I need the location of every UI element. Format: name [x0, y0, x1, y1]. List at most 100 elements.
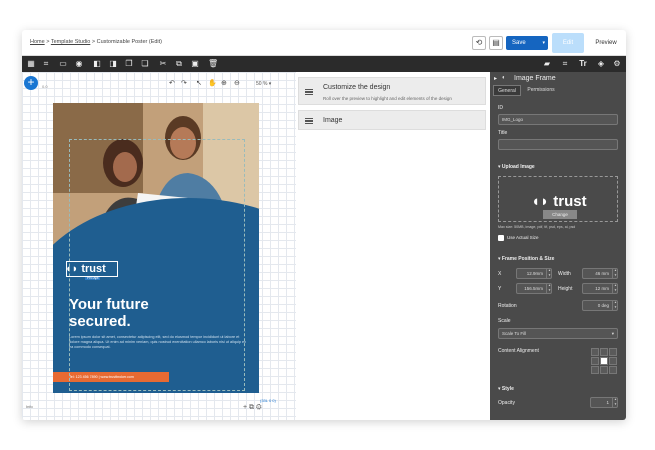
bring-forward-icon[interactable]: ◧ [92, 59, 102, 69]
send-backward-icon[interactable]: ◨ [108, 59, 118, 69]
copy-icon[interactable]: ⧉ [174, 59, 184, 69]
tab-general[interactable]: General [493, 85, 521, 96]
opacity-label: Opacity [498, 400, 515, 406]
layers-panel: Customize the design Roll over the previ… [296, 72, 490, 420]
typography-icon[interactable]: Tr [578, 59, 588, 69]
redo-icon[interactable]: ↷ [181, 79, 187, 87]
align-cell[interactable] [600, 348, 608, 356]
opacity-stepper[interactable]: ▲ ▼ [612, 397, 618, 408]
canvas-info-label: Info [26, 404, 33, 409]
chevron-down-icon[interactable]: ▾ [542, 36, 545, 50]
preview-button[interactable]: Preview [588, 33, 624, 53]
zoom-in-icon[interactable]: ⊕ [221, 79, 227, 87]
x-stepper[interactable]: ▲ ▼ [546, 268, 552, 279]
id-field[interactable]: IMG_Logo [498, 114, 618, 125]
bring-front-icon[interactable]: ❐ [124, 59, 134, 69]
panel-title: Image Frame [514, 75, 556, 82]
logo-selection-box[interactable] [66, 261, 118, 277]
x-label: X [498, 271, 502, 277]
title-label: Title [498, 130, 508, 136]
camera-icon[interactable]: ◉ [74, 59, 84, 69]
drag-handle-icon[interactable] [305, 89, 313, 95]
align-cell[interactable] [609, 366, 617, 374]
align-cell[interactable] [600, 366, 608, 374]
comments-icon[interactable]: ▰ [542, 59, 552, 69]
panel-toggle-icon[interactable]: ▸ [494, 75, 497, 82]
alignment-grid[interactable] [591, 348, 618, 375]
save-label: Save [512, 40, 526, 46]
top-bar: Home > Template Studio > Customizable Po… [22, 30, 626, 56]
undo-icon[interactable]: ↶ [169, 79, 175, 87]
breadcrumb-separator: > [46, 39, 50, 45]
breadcrumb-current: Customizable Poster (Edit) [96, 39, 163, 45]
align-cell[interactable] [609, 357, 617, 365]
change-button[interactable]: Change [543, 210, 577, 219]
align-cell[interactable] [591, 348, 599, 356]
ruler-marker: 0.0 [42, 84, 48, 89]
text-frame-icon[interactable]: ⌗ [41, 59, 51, 69]
design-canvas[interactable]: + ↶ ↷ ↖ ✋ ⊕ ⊖ 50 % ▾ 0.0 ◖◗ trust Pro Ap… [22, 72, 296, 420]
pointer-icon[interactable]: ↖ [196, 79, 202, 87]
image-frame-icon: ◐ [502, 75, 506, 81]
drag-handle-icon[interactable] [305, 118, 313, 124]
align-cell[interactable] [591, 357, 599, 365]
zoom-level[interactable]: 50 % ▾ [256, 81, 271, 87]
breadcrumb-home[interactable]: Home [30, 39, 45, 45]
tab-permissions[interactable]: Permissions [522, 85, 560, 96]
upload-dropzone[interactable]: ◖◗ trust Change [498, 176, 618, 222]
layer-subtitle: Roll over the preview to highlight and e… [323, 96, 452, 101]
undo-history-icon[interactable]: ⟲ [472, 36, 486, 50]
actual-size-label: Use Actual Size [507, 235, 539, 240]
title-field[interactable] [498, 139, 618, 150]
panel-icon-bar: ▰ ⌗ Tr ◈ ⚙ [490, 56, 626, 72]
rotation-stepper[interactable]: ▲ ▼ [612, 300, 618, 311]
frame-icon[interactable]: ⌗ [560, 59, 570, 69]
align-cell-selected[interactable] [600, 357, 608, 365]
canvas-coordinates: (33L 0 0) [260, 398, 276, 403]
zoom-out-icon[interactable]: ⊖ [234, 79, 240, 87]
page-settings-icon[interactable]: ⚙ [256, 404, 262, 411]
scale-value: Scale To Fill [502, 331, 527, 336]
breadcrumb-studio[interactable]: Template Studio [51, 39, 90, 45]
paste-icon[interactable]: ▣ [190, 59, 200, 69]
scale-label: Scale [498, 318, 511, 324]
breadcrumb-separator: > [91, 39, 96, 45]
save-button[interactable]: Save ▾ [506, 36, 548, 50]
scale-select[interactable]: Scale To Fill ▾ [498, 328, 618, 339]
layer-image[interactable]: Image [298, 110, 486, 130]
id-label: ID [498, 105, 503, 111]
layers-icon[interactable]: ◈ [596, 59, 606, 69]
breadcrumb: Home > Template Studio > Customizable Po… [30, 39, 162, 45]
layer-title: Image [323, 117, 343, 124]
width-stepper[interactable]: ▲ ▼ [612, 268, 618, 279]
height-stepper[interactable]: ▲ ▼ [612, 283, 618, 294]
align-cell[interactable] [609, 348, 617, 356]
page-add-icon[interactable]: + [243, 404, 247, 411]
position-section-header[interactable]: Frame Position & Size [498, 256, 555, 262]
layer-customize-design[interactable]: Customize the design Roll over the previ… [298, 77, 486, 105]
rotation-label: Rotation [498, 303, 517, 309]
image-frame-icon[interactable]: ▭ [58, 59, 68, 69]
align-cell[interactable] [591, 366, 599, 374]
hand-icon[interactable]: ✋ [208, 79, 217, 87]
send-back-icon[interactable]: ❏ [140, 59, 150, 69]
page-copy-icon[interactable]: ⧉ [249, 404, 254, 411]
width-label: Width [558, 271, 571, 277]
cut-icon[interactable]: ✂ [158, 59, 168, 69]
actual-size-checkbox[interactable] [498, 235, 504, 241]
settings-icon[interactable]: ⚙ [612, 59, 622, 69]
edit-button[interactable]: Edit [552, 33, 584, 53]
document-icon[interactable]: ▤ [489, 36, 503, 50]
upload-hint: Max size: 50MB, image, pdf, tif, psd, ep… [498, 225, 576, 229]
canvas-bottom-tools: + ⧉ ⚙ [243, 404, 262, 412]
uploaded-logo: ◖◗ trust [531, 193, 587, 210]
panel-tabs: General Permissions [490, 85, 626, 96]
y-stepper[interactable]: ▲ ▼ [546, 283, 552, 294]
delete-icon[interactable]: 🗑 [208, 59, 218, 69]
grid-icon[interactable]: ▦ [26, 59, 36, 69]
layer-title: Customize the design [323, 84, 391, 91]
add-icon[interactable]: + [24, 76, 38, 90]
upload-section-header[interactable]: Upload Image [498, 164, 535, 170]
style-section-header[interactable]: Style [498, 386, 514, 392]
zoom-value: 50 % [256, 81, 268, 87]
